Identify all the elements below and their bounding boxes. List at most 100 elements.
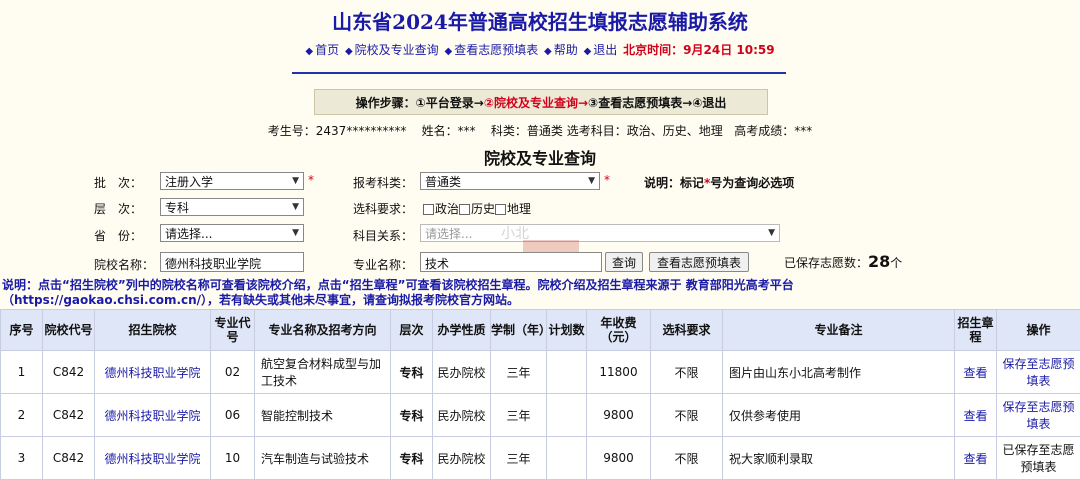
subject-type-value: 普通类 [425, 173, 461, 190]
saved-prefix: 已保存志愿数： [784, 256, 868, 270]
query-button[interactable]: 查询 [605, 252, 643, 272]
relation-label: 科目关系： [353, 227, 413, 244]
diamond-icon: ◆ [345, 46, 353, 57]
batch-select[interactable]: 注册入学 ▼ [160, 172, 304, 190]
checkbox-history[interactable] [459, 204, 470, 215]
table-header-row: 序号 院校代号 招生院校 专业代号 专业名称及招考方向 层次 办学性质 学制（年… [1, 310, 1080, 351]
relation-value: 请选择... [425, 225, 472, 242]
school-input[interactable]: 德州科技职业学院 [160, 252, 304, 272]
cell-school-code: C842 [43, 437, 95, 480]
candidate-subjects: 选考科目：政治、历史、地理 [567, 124, 723, 138]
col-index: 序号 [1, 310, 43, 351]
cell-major-code: 06 [211, 394, 255, 437]
step-preview: ③查看志愿预填表→ [588, 94, 692, 111]
step-login: ①平台登录→ [416, 94, 484, 111]
level-select[interactable]: 专科▼ [160, 198, 304, 216]
description-line-1: 说明：点击“招生院校”列中的院校名称可查看该院校介绍，点击“招生章程”可查看该院… [2, 278, 1078, 293]
cell-school-code: C842 [43, 351, 95, 394]
level-value: 专科 [165, 199, 189, 216]
cell-nature: 民办院校 [433, 394, 491, 437]
cell-requirement: 不限 [651, 351, 723, 394]
description-line-2: （https://gaokao.chsi.com.cn/），若有缺失或其他未尽事… [2, 293, 1078, 308]
col-requirement: 选科要求 [651, 310, 723, 351]
candidate-score: 高考成绩：*** [734, 124, 812, 138]
cell-remark: 仅供参考使用 [723, 394, 955, 437]
chevron-down-icon: ▼ [292, 176, 299, 186]
table-row: 2 C842 德州科技职业学院 06 智能控制技术 专科 民办院校 三年 980… [1, 394, 1080, 437]
cell-index: 1 [1, 351, 43, 394]
cell-fee: 9800 [587, 437, 651, 480]
cell-requirement: 不限 [651, 394, 723, 437]
step-logout: ④退出 [692, 94, 726, 111]
checkbox-geography[interactable] [495, 204, 506, 215]
cell-major-name: 汽车制造与试验技术 [255, 437, 391, 480]
cell-duration: 三年 [491, 351, 547, 394]
school-link[interactable]: 德州科技职业学院 [95, 351, 211, 394]
checkbox-politics[interactable] [423, 204, 434, 215]
cell-index: 3 [1, 437, 43, 480]
cell-level: 专科 [391, 394, 433, 437]
chevron-down-icon: ▼ [588, 176, 595, 186]
diamond-icon: ◆ [584, 46, 592, 57]
col-school: 招生院校 [95, 310, 211, 351]
relation-select[interactable]: 请选择...▼ [420, 224, 780, 242]
query-heading: 院校及专业查询 [0, 145, 1080, 169]
note-suffix: 号为查询必选项 [710, 176, 794, 190]
table-row: 1 C842 德州科技职业学院 02 航空复合材料成型与加工技术 专科 民办院校… [1, 351, 1080, 394]
school-link[interactable]: 德州科技职业学院 [95, 437, 211, 480]
cell-level: 专科 [391, 351, 433, 394]
view-preview-button[interactable]: 查看志愿预填表 [649, 252, 749, 272]
nav-query[interactable]: 院校及专业查询 [355, 43, 439, 57]
description: 说明：点击“招生院校”列中的院校名称可查看该院校介绍，点击“招生章程”可查看该院… [2, 278, 1078, 308]
requirement-options: 政治历史地理 [423, 200, 531, 217]
province-value: 请选择... [165, 225, 212, 242]
required-mark: * [308, 173, 314, 187]
level-label: 层 次： [94, 200, 142, 217]
diamond-icon: ◆ [305, 46, 313, 57]
save-to-preview-link[interactable]: 保存至志愿预填表 [997, 394, 1080, 437]
candidate-category: 科类：普通类 [491, 124, 563, 138]
saved-count: 已保存志愿数：28个 [784, 252, 902, 271]
required-note: 说明：标记*号为查询必选项 [644, 174, 794, 191]
cell-major-name: 航空复合材料成型与加工技术 [255, 351, 391, 394]
subject-type-select[interactable]: 普通类 ▼ [420, 172, 600, 190]
saved-number: 28 [868, 252, 890, 271]
nav-preview[interactable]: 查看志愿预填表 [454, 43, 538, 57]
major-input[interactable]: 技术 [420, 252, 602, 272]
note-prefix: 说明：标记 [644, 176, 704, 190]
page-title: 山东省2024年普通高校招生填报志愿辅助系统 [0, 6, 1080, 35]
nav-logout[interactable]: 退出 [593, 43, 617, 57]
cell-plan [547, 351, 587, 394]
steps-label: 操作步骤： [356, 94, 416, 111]
col-plan: 计划数 [547, 310, 587, 351]
nav-home[interactable]: 首页 [315, 43, 339, 57]
view-charter-link[interactable]: 查看 [955, 437, 997, 480]
col-nature: 办学性质 [433, 310, 491, 351]
step-query: ②院校及专业查询→ [484, 94, 588, 111]
cell-nature: 民办院校 [433, 351, 491, 394]
operation-steps: 操作步骤： ①平台登录→ ②院校及专业查询→ ③查看志愿预填表→ ④退出 [314, 89, 768, 115]
batch-value: 注册入学 [165, 173, 213, 190]
cell-index: 2 [1, 394, 43, 437]
required-mark: * [604, 173, 610, 187]
checkbox-label: 地理 [507, 202, 531, 216]
save-to-preview-link[interactable]: 保存至志愿预填表 [997, 351, 1080, 394]
view-charter-link[interactable]: 查看 [955, 351, 997, 394]
province-label: 省 份： [94, 227, 142, 244]
top-nav: ◆首页 ◆院校及专业查询 ◆查看志愿预填表 ◆帮助 ◆退出 北京时间：9月24日… [0, 41, 1080, 58]
col-fee: 年收费（元） [587, 310, 651, 351]
cell-remark: 祝大家顺利录取 [723, 437, 955, 480]
table-row: 3 C842 德州科技职业学院 10 汽车制造与试验技术 专科 民办院校 三年 … [1, 437, 1080, 480]
province-select[interactable]: 请选择...▼ [160, 224, 304, 242]
school-link[interactable]: 德州科技职业学院 [95, 394, 211, 437]
cell-fee: 9800 [587, 394, 651, 437]
nav-help[interactable]: 帮助 [554, 43, 578, 57]
checkbox-label: 政治 [435, 202, 459, 216]
view-charter-link[interactable]: 查看 [955, 394, 997, 437]
candidate-id: 考生号：2437********** [268, 124, 407, 138]
svg-text:小北: 小北 [501, 226, 529, 242]
cell-school-code: C842 [43, 394, 95, 437]
cell-nature: 民办院校 [433, 437, 491, 480]
cell-duration: 三年 [491, 437, 547, 480]
cell-level: 专科 [391, 437, 433, 480]
